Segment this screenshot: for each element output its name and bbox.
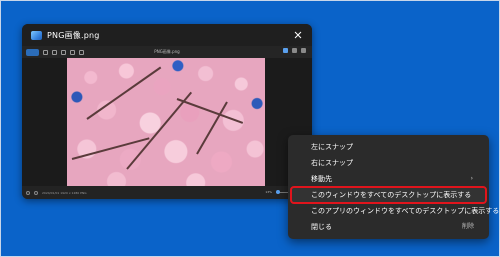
menu-item-snap-left[interactable]: 左にスナップ [291,139,486,155]
image-viewer[interactable] [22,58,312,188]
menu-item-label: 移動先 [311,175,332,183]
menu-item-close[interactable]: 閉じる 削除 [291,219,486,235]
window-context-menu: 左にスナップ 右にスナップ 移動先 › このウィンドウをすべてのデスクトップに表… [288,135,499,239]
menu-item-show-window-all-desktops[interactable]: このウィンドウをすべてのデスクトップに表示する [290,186,487,204]
favorite-icon[interactable] [292,48,297,53]
photos-app-icon [31,30,42,40]
chevron-right-icon: › [470,175,473,182]
menu-item-label: 閉じる [311,223,332,231]
title-bar[interactable]: PNG画像.png [22,24,312,46]
menu-item-move-to[interactable]: 移動先 › [291,171,486,187]
zoom-slider-thumb[interactable] [276,189,280,194]
close-icon [294,31,302,39]
filmstrip-icon[interactable] [26,190,30,195]
menu-item-show-app-windows-all-desktops[interactable]: このアプリのウィンドウをすべてのデスクトップに表示する [291,203,499,219]
menu-item-label: このアプリのウィンドウをすべてのデスクトップに表示する [311,207,500,215]
menu-item-snap-right[interactable]: 右にスナップ [291,155,486,171]
image-info: 2024/01/01 1920 x 1280 PNG [42,190,87,195]
zoom-level: 13% [265,190,272,194]
menu-item-shortcut: 削除 [461,223,474,230]
menu-item-label: 左にスナップ [311,143,353,151]
info-icon[interactable] [301,48,306,53]
window-title: PNG画像.png [47,30,100,40]
close-button[interactable] [290,27,306,43]
info-circle-icon[interactable] [34,190,38,195]
viewer-toolbar: PNG画像.png [22,46,312,58]
status-bar: 2024/01/01 1920 x 1280 PNG 13% [22,186,312,199]
cherry-blossom-image [67,58,265,188]
menu-item-label: このウィンドウをすべてのデスクトップに表示する [311,191,472,199]
photos-window[interactable]: PNG画像.png PNG画像.png 2024/01/01 1920 x 12… [22,24,312,199]
share-icon[interactable] [283,48,288,53]
menu-item-label: 右にスナップ [311,159,353,167]
file-name-label: PNG画像.png [154,49,180,54]
